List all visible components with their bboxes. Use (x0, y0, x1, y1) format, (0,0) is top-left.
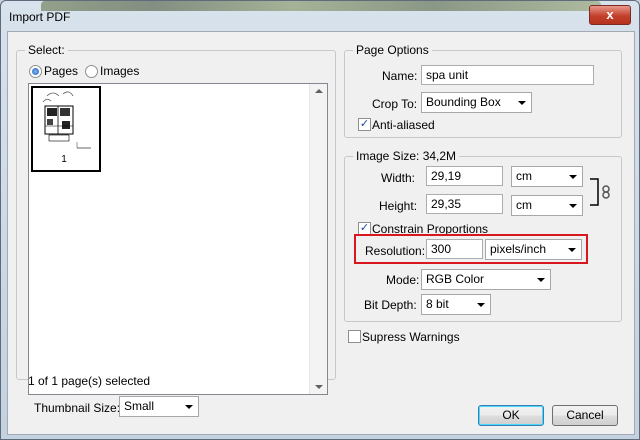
page-thumbnail[interactable]: 1 (31, 86, 101, 172)
floor-plan-thumbnail-icon (42, 91, 91, 149)
supress-warnings-label[interactable]: Supress Warnings (362, 330, 460, 344)
thumbnail-page-number: 1 (61, 154, 67, 165)
name-label: Name: (382, 69, 418, 83)
chevron-down-icon (477, 303, 485, 307)
thumbnail-scrollbar[interactable] (309, 84, 327, 394)
scroll-up-icon[interactable] (315, 89, 323, 93)
images-radio[interactable] (85, 65, 98, 78)
mode-label: Mode: (386, 273, 420, 287)
thumbnail-list[interactable]: 1 (28, 83, 328, 395)
crop-to-label: Crop To: (372, 97, 418, 111)
height-unit-select[interactable]: cm (511, 195, 583, 216)
chevron-down-icon (569, 204, 577, 208)
bit-depth-label: Bit Depth: (364, 298, 417, 312)
mode-value: RGB Color (426, 272, 485, 286)
scroll-down-icon[interactable] (315, 385, 323, 389)
anti-aliased-checkbox[interactable]: ✓ (358, 118, 371, 131)
thumbnail-size-value: Small (124, 399, 155, 413)
width-unit-value: cm (516, 169, 532, 183)
pages-radio-label[interactable]: Pages (44, 64, 78, 78)
height-label: Height: (379, 199, 418, 213)
mode-select[interactable]: RGB Color (421, 269, 551, 290)
close-icon: x (606, 7, 614, 22)
pages-radio[interactable] (29, 65, 42, 78)
name-input[interactable]: spa unit (421, 65, 594, 85)
thumbnail-size-label: Thumbnail Size: (34, 401, 121, 415)
images-radio-label[interactable]: Images (100, 64, 139, 78)
width-input[interactable]: 29,19 (426, 166, 503, 186)
image-size-legend: Image Size: 34,2M (353, 149, 460, 163)
page-options-legend: Page Options (353, 43, 432, 57)
chevron-down-icon (185, 405, 193, 409)
anti-aliased-label[interactable]: Anti-aliased (372, 118, 435, 132)
selection-status: 1 of 1 page(s) selected (28, 374, 151, 388)
height-unit-value: cm (516, 198, 532, 212)
supress-warnings-checkbox[interactable] (348, 330, 361, 343)
chevron-down-icon (518, 101, 526, 105)
width-unit-select[interactable]: cm (511, 166, 583, 187)
resolution-highlight-box (354, 234, 588, 264)
height-input[interactable]: 29,35 (426, 194, 503, 214)
window-title: Import PDF (9, 10, 71, 24)
title-bar[interactable]: Import PDF x (1, 1, 639, 31)
chevron-down-icon (537, 278, 545, 282)
bit-depth-select[interactable]: 8 bit (421, 294, 491, 315)
cancel-button[interactable]: Cancel (552, 405, 618, 426)
select-legend: Select: (25, 43, 68, 57)
link-proportions-icon[interactable] (588, 176, 616, 210)
import-pdf-dialog: Import PDF x Select: Pages Images 1 1 of… (0, 0, 640, 440)
crop-to-select[interactable]: Bounding Box (421, 92, 532, 113)
dialog-client-area: Select: Pages Images 1 1 of 1 page(s) se… (7, 31, 635, 435)
chevron-down-icon (569, 175, 577, 179)
ok-button[interactable]: OK (478, 405, 544, 426)
thumbnail-size-select[interactable]: Small (119, 396, 199, 417)
bit-depth-value: 8 bit (426, 297, 449, 311)
close-button[interactable]: x (589, 5, 631, 25)
crop-to-value: Bounding Box (426, 95, 501, 109)
width-label: Width: (381, 171, 416, 185)
